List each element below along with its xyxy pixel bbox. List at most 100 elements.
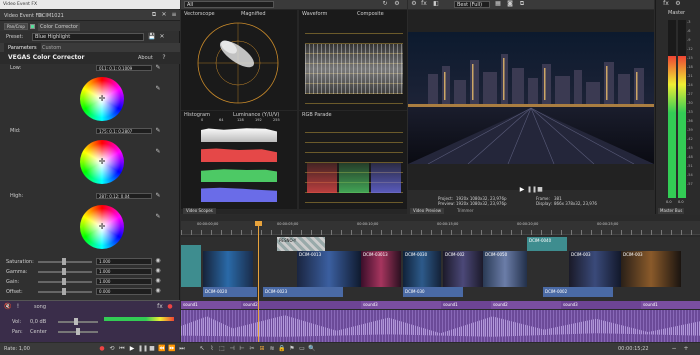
preset-select[interactable]: Blue Highlight <box>32 33 144 41</box>
low-picker-icon[interactable]: ✎ <box>154 85 162 93</box>
video-clip-5[interactable]: DCIM-03013 <box>361 251 401 287</box>
waveform-mode[interactable]: Composite <box>357 11 384 17</box>
track-solo-icon[interactable]: ! <box>14 303 22 311</box>
sub-clip-3[interactable]: DCIM-030 <box>403 287 463 297</box>
audio-clip-5[interactable]: sound2 <box>491 301 561 309</box>
video-clip-4[interactable]: DCIM-0013 <box>297 251 361 287</box>
gain-thumb[interactable] <box>62 278 66 285</box>
end-icon[interactable]: ⏭ <box>178 345 186 353</box>
video-clip-2[interactable] <box>203 251 253 287</box>
timeline-zoom-out-icon[interactable]: − <box>670 345 678 353</box>
high-picker-icon[interactable]: ✎ <box>154 213 162 221</box>
gamma-thumb[interactable] <box>62 268 66 275</box>
master-fx-icon[interactable]: fx <box>662 0 670 8</box>
video-clip-8[interactable]: DCIM-0050 <box>483 251 527 287</box>
video-clip-9[interactable]: DCIM-0040 <box>527 237 567 251</box>
loop-icon[interactable]: ⟲ <box>108 345 116 353</box>
help-icon[interactable]: ? <box>160 54 168 62</box>
scopes-dropdown[interactable]: All <box>184 1 274 8</box>
mid-eyedropper-icon[interactable]: ✎ <box>154 127 162 135</box>
envelope-tool-icon[interactable]: ⌇ <box>208 345 216 353</box>
gamma-value[interactable]: 1.000 <box>96 268 152 275</box>
split-icon[interactable]: ✂ <box>248 345 256 353</box>
video-clip-11[interactable]: DCIM-003 <box>621 251 681 287</box>
video-clip-1[interactable] <box>181 245 201 287</box>
mid-value-field[interactable]: 175; 0.1; 0.2807 <box>96 128 152 134</box>
high-value-field[interactable]: 287; 0.12; 0.04 <box>96 193 152 199</box>
lock-envelopes-icon[interactable]: 🔒 <box>278 345 286 353</box>
preview-play-icon[interactable]: ▶ <box>518 186 526 194</box>
plugin-name[interactable]: Color Corrector <box>38 23 81 31</box>
play-from-start-icon[interactable]: ⏮ <box>118 345 126 353</box>
delete-preset-icon[interactable]: ✕ <box>158 33 166 41</box>
audio-clip-4[interactable]: sound1 <box>441 301 491 309</box>
plugin-toggle[interactable] <box>30 24 35 29</box>
autoripple-icon[interactable]: ≋ <box>268 345 276 353</box>
gain-value[interactable]: 1.000 <box>96 278 152 285</box>
sub-clip-4[interactable]: DCIM-0002 <box>543 287 613 297</box>
mid-color-wheel[interactable]: ✛ <box>80 140 124 184</box>
track-mute-icon[interactable]: 🔇 <box>4 303 12 311</box>
high-color-wheel[interactable]: ✛ <box>80 205 124 249</box>
marker-icon[interactable]: ⚑ <box>288 345 296 353</box>
low-color-wheel[interactable]: ✛ <box>80 77 124 121</box>
mid-picker-icon[interactable]: ✎ <box>154 148 162 156</box>
offset-value[interactable]: 0.000 <box>96 288 152 295</box>
saturation-thumb[interactable] <box>62 258 66 265</box>
split-screen-icon[interactable]: ◧ <box>432 0 440 8</box>
low-wheel-handle[interactable]: ✛ <box>97 94 107 104</box>
preview-stop-icon[interactable]: ■ <box>536 186 544 194</box>
next-frame-icon[interactable]: ⏩ <box>168 345 176 353</box>
zoom-icon[interactable]: 🔍 <box>308 345 316 353</box>
audio-clip-7[interactable]: sound1 <box>641 301 700 309</box>
region-icon[interactable]: ▭ <box>298 345 306 353</box>
vectorscope-mode[interactable]: Magnified <box>241 11 266 17</box>
audio-track-name[interactable]: song <box>34 304 46 310</box>
preview-fx-icon[interactable]: fx <box>420 0 428 8</box>
offset-thumb[interactable] <box>62 288 66 295</box>
settings-icon[interactable]: ⚙ <box>393 0 401 8</box>
high-wheel-handle[interactable]: ✛ <box>97 222 107 232</box>
low-value-field[interactable]: 011; 0.1; 0.1009 <box>96 65 152 71</box>
master-settings-icon[interactable]: ⚙ <box>674 0 682 8</box>
preview-quality-dropdown[interactable]: Best (Full) <box>454 1 490 8</box>
preview-pause-icon[interactable]: ❚❚ <box>527 186 537 194</box>
stop-icon[interactable]: ■ <box>148 345 156 353</box>
normal-edit-tool-icon[interactable]: ↖ <box>198 345 206 353</box>
tab-parameters[interactable]: Parameters <box>4 43 41 52</box>
playhead[interactable] <box>258 221 259 342</box>
menu-icon[interactable]: ≡ <box>170 11 178 19</box>
offset-keyframe-icon[interactable]: ◉ <box>154 287 162 295</box>
sub-clip-1[interactable]: DCIM-0020 <box>203 287 257 297</box>
about-link[interactable]: About <box>138 55 153 61</box>
record-icon[interactable]: ● <box>98 345 106 353</box>
scopes-tab[interactable]: Video Scopes <box>183 208 216 214</box>
video-clip-7[interactable]: DCIM-002 <box>443 251 483 287</box>
track-arm-icon[interactable]: ● <box>166 303 174 311</box>
save-preset-icon[interactable]: 💾 <box>148 33 156 41</box>
pan-crop-button[interactable]: Pan/Crop <box>4 23 28 30</box>
sub-clip-2[interactable]: DCIM-0023 <box>263 287 343 297</box>
playhead-marker[interactable] <box>255 221 262 226</box>
copy-snapshot-icon[interactable]: ⧉ <box>518 0 526 8</box>
trim-end-icon[interactable]: ⊢ <box>238 345 246 353</box>
pan-slider-thumb[interactable] <box>76 328 80 335</box>
prev-frame-icon[interactable]: ⏪ <box>158 345 166 353</box>
audio-clip-6[interactable]: sound3 <box>561 301 641 309</box>
audio-clip-2[interactable]: sound2 <box>241 301 361 309</box>
saturation-keyframe-icon[interactable]: ◉ <box>154 257 162 265</box>
tab-video-preview[interactable]: Video Preview <box>410 208 445 214</box>
gamma-keyframe-icon[interactable]: ◉ <box>154 267 162 275</box>
delete-icon[interactable]: ✕ <box>160 11 168 19</box>
audio-clip-1[interactable]: sound1 <box>181 301 241 309</box>
vol-slider[interactable] <box>58 321 98 323</box>
saturation-value[interactable]: 1.000 <box>96 258 152 265</box>
refresh-icon[interactable]: ↻ <box>381 0 389 8</box>
copy-icon[interactable]: ⧉ <box>150 11 158 19</box>
gain-keyframe-icon[interactable]: ◉ <box>154 277 162 285</box>
play-icon[interactable]: ▶ <box>128 345 136 353</box>
audio-clip-3[interactable]: sound3 <box>361 301 441 309</box>
timeline-zoom-in-icon[interactable]: + <box>682 345 690 353</box>
vol-slider-thumb[interactable] <box>74 318 78 325</box>
trim-start-icon[interactable]: ⊣ <box>228 345 236 353</box>
